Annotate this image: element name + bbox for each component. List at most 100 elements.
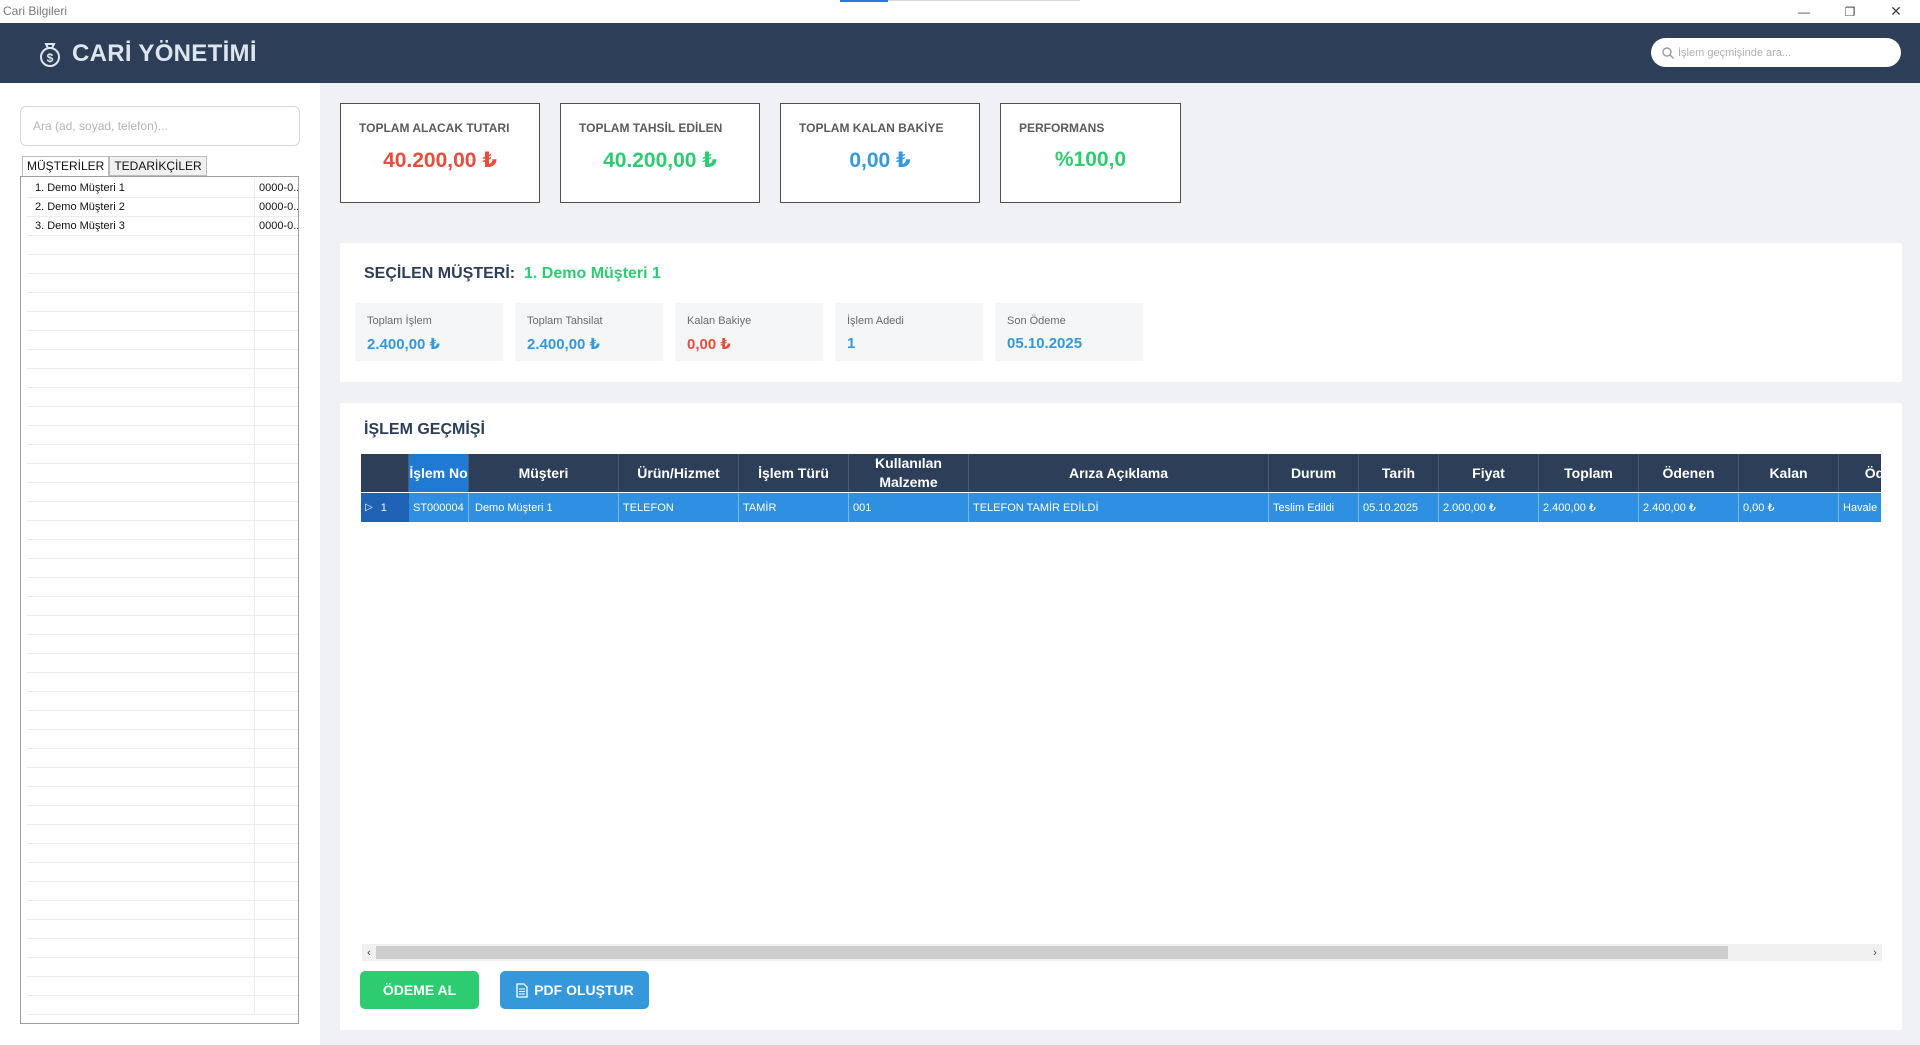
table-cell[interactable]: Teslim Edildi [1269,493,1359,522]
contact-list[interactable]: 1. Demo Müşteri 1 0000-0... 2. Demo Müşt… [20,176,299,1024]
column-header[interactable]: Ödeme [1839,454,1881,492]
restore-icon[interactable]: ❐ [1827,0,1873,23]
row-selector[interactable]: ▷ 1 [361,493,409,522]
contact-search-input[interactable] [33,119,283,133]
stat-label: TOPLAM ALACAK TUTARI [359,121,510,135]
column-header[interactable]: Tarih [1359,454,1439,492]
selected-customer-label: SEÇİLEN MÜŞTERİ: [364,265,516,282]
history-grid[interactable]: İşlem No Müşteri Ürün/Hizmet İşlem Türü … [361,454,1881,964]
empty-list-row [27,426,298,445]
selected-customer-panel: SEÇİLEN MÜŞTERİ: 1. Demo Müşteri 1 Topla… [340,243,1902,382]
row-header-corner [361,454,409,492]
table-cell[interactable]: 2.400,00 ₺ [1639,493,1739,522]
search-icon [1662,46,1674,59]
close-icon[interactable]: ✕ [1873,0,1919,23]
column-header[interactable]: İşlem Türü [739,454,849,492]
table-cell[interactable]: TELEFON [619,493,739,522]
column-divider [254,578,255,597]
column-divider [254,863,255,882]
summary-value: 1 [847,335,856,352]
empty-list-row [27,597,298,616]
table-cell[interactable]: TAMİR [739,493,849,522]
list-item[interactable]: 2. Demo Müşteri 2 0000-0... [27,198,298,217]
column-header[interactable]: Müşteri [469,454,619,492]
horizontal-scrollbar[interactable]: ‹ › [362,944,1882,961]
empty-list-row [27,768,298,787]
minimize-icon[interactable]: — [1781,0,1827,23]
stat-label: TOPLAM KALAN BAKİYE [799,121,944,135]
stat-card-performance: PERFORMANS %100,0 [1000,103,1181,203]
column-header[interactable]: Fiyat [1439,454,1539,492]
empty-list-row [27,293,298,312]
empty-list-row [27,236,298,255]
empty-list-row [27,331,298,350]
empty-list-row [27,483,298,502]
table-cell[interactable]: Demo Müşteri 1 [469,493,619,522]
tab-suppliers[interactable]: TEDARİKÇİLER [109,156,207,176]
column-header[interactable]: Arıza Açıklama [969,454,1269,492]
empty-list-row [27,996,298,1015]
table-cell[interactable]: ST000004 [409,493,469,522]
create-pdf-button[interactable]: PDF OLUŞTUR [500,971,649,1009]
stat-label: TOPLAM TAHSİL EDİLEN [579,121,723,135]
table-cell[interactable]: 05.10.2025 [1359,493,1439,522]
table-cell[interactable]: Havale [1839,493,1881,522]
stat-value: 40.200,00 ₺ [383,149,497,172]
empty-list-row [27,673,298,692]
history-title: İŞLEM GEÇMİŞİ [364,421,485,438]
column-header[interactable]: Kalan [1739,454,1839,492]
summary-remaining-balance: Kalan Bakiye 0,00 ₺ [675,303,823,361]
summary-total-transactions: Toplam İşlem 2.400,00 ₺ [355,303,503,361]
empty-list-row [27,350,298,369]
column-divider [254,426,255,445]
empty-list-row [27,559,298,578]
table-cell[interactable]: 2.400,00 ₺ [1539,493,1639,522]
column-divider [254,540,255,559]
tab-customers[interactable]: MÜŞTERİLER [22,156,110,177]
column-header[interactable]: Ürün/Hizmet [619,454,739,492]
receive-payment-button[interactable]: ÖDEME AL [360,971,479,1009]
column-header[interactable]: Ödenen [1639,454,1739,492]
document-icon [516,982,528,998]
summary-total-collection: Toplam Tahsilat 2.400,00 ₺ [515,303,663,361]
contact-name: 2. Demo Müşteri 2 [35,201,125,213]
empty-list-row [27,540,298,559]
scroll-left-icon[interactable]: ‹ [362,944,376,961]
list-item[interactable]: 1. Demo Müşteri 1 0000-0... [27,179,298,198]
scroll-right-icon[interactable]: › [1868,944,1882,961]
contact-tabs: MÜŞTERİLER TEDARİKÇİLER [22,156,207,177]
table-cell[interactable]: TELEFON TAMİR EDİLDİ [969,493,1269,522]
create-pdf-label: PDF OLUŞTUR [534,982,634,998]
stat-value: %100,0 [1054,148,1127,171]
empty-list-row [27,882,298,901]
column-divider [254,730,255,749]
app-title: CARİ YÖNETİMİ [72,40,257,67]
empty-list-row [27,844,298,863]
column-divider [254,996,255,1015]
history-search-input[interactable] [1678,46,1878,59]
column-divider [254,749,255,768]
column-divider [254,502,255,521]
history-search[interactable] [1651,38,1901,67]
column-divider [254,445,255,464]
column-divider [254,939,255,958]
summary-label: Kalan Bakiye [687,315,752,327]
table-cell[interactable]: 2.000,00 ₺ [1439,493,1539,522]
column-header[interactable]: Durum [1269,454,1359,492]
list-item[interactable]: 3. Demo Müşteri 3 0000-0... [27,217,299,236]
table-row[interactable]: ▷ 1 ST000004 Demo Müşteri 1 TELEFON TAMİ… [361,493,1881,522]
column-divider [254,654,255,673]
contact-phone: 0000-0... [259,220,299,232]
column-divider [254,331,255,350]
summary-value: 05.10.2025 [1007,335,1083,352]
empty-list-row [27,635,298,654]
contact-search[interactable] [20,106,300,146]
table-cell[interactable]: 0,00 ₺ [1739,493,1839,522]
table-cell[interactable]: 001 [849,493,969,522]
summary-label: Toplam Tahsilat [527,315,603,327]
scrollbar-thumb[interactable] [376,946,1728,959]
empty-list-row [27,939,298,958]
column-header[interactable]: İşlem No [409,454,469,492]
column-header[interactable]: Kullanılan Malzeme [849,454,969,492]
column-header[interactable]: Toplam [1539,454,1639,492]
